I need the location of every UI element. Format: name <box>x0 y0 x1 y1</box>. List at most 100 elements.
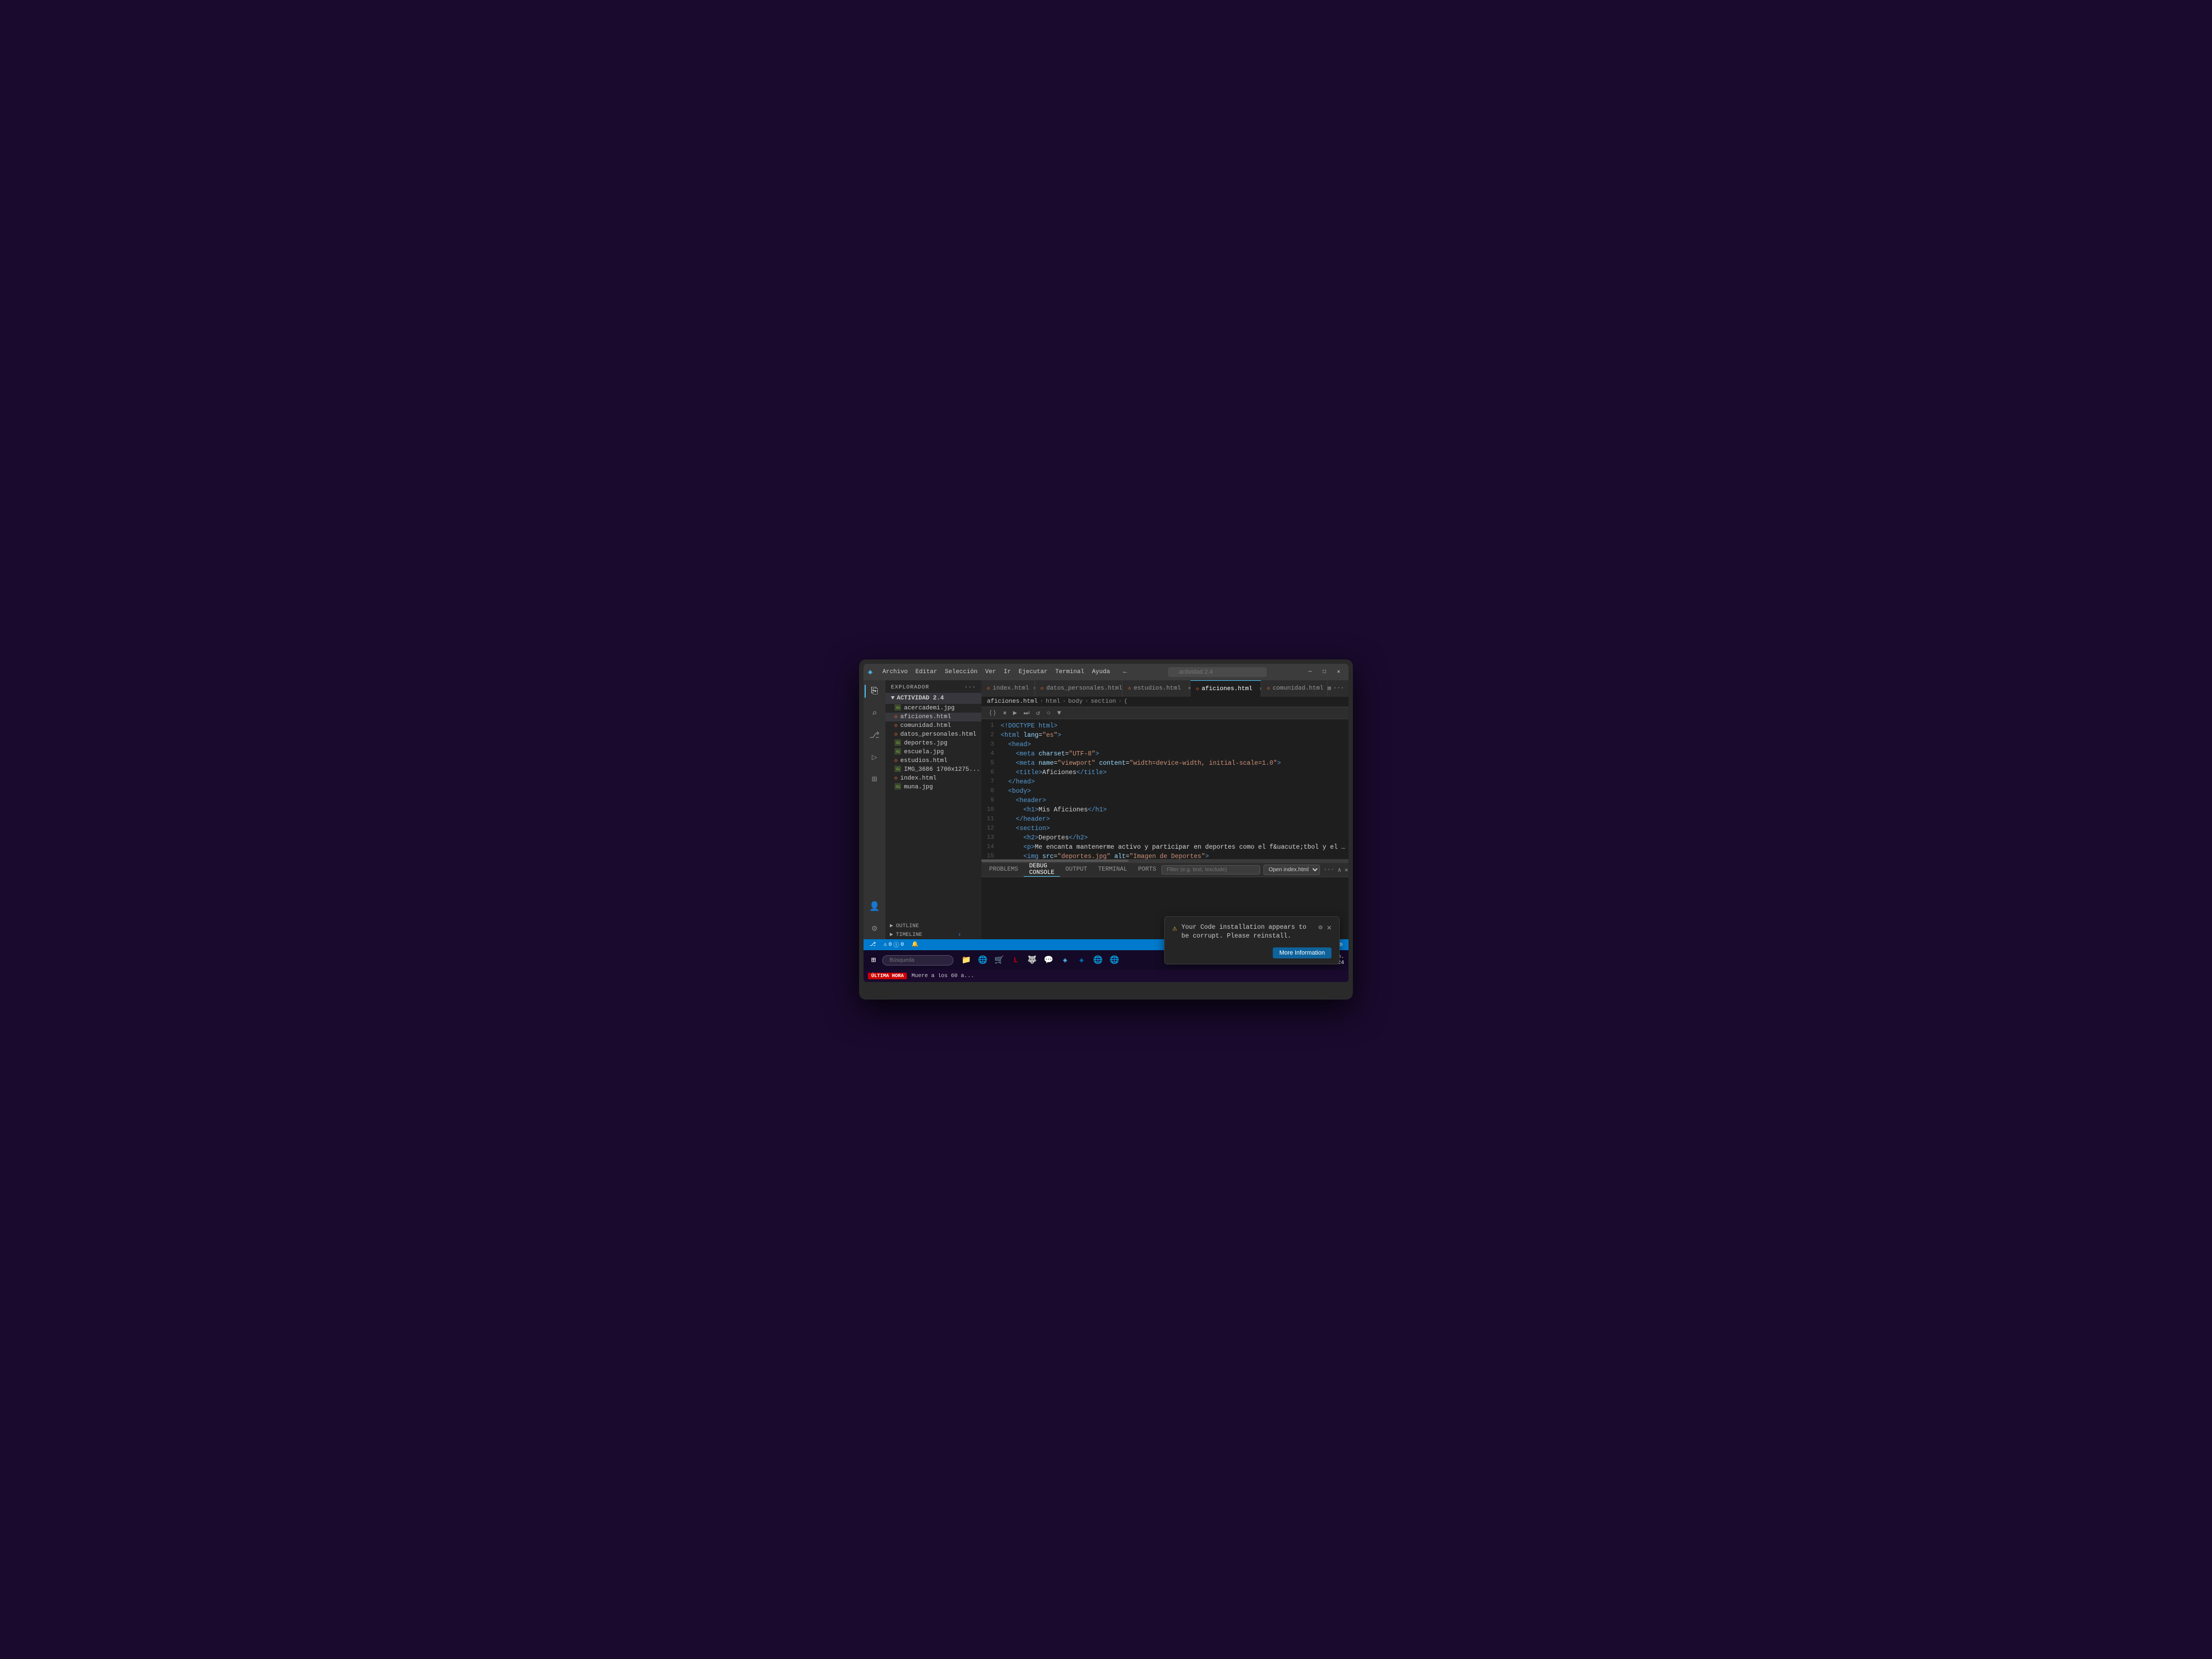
taskbar-app-teams[interactable]: 💬 <box>1041 953 1056 967</box>
menu-file[interactable]: Archivo <box>879 668 911 676</box>
minimize-button[interactable]: ─ <box>1305 668 1316 676</box>
file-name: acercademi.jpg <box>904 705 955 712</box>
file-img3686[interactable]: 🖼 IMG_3686 1700x1275... <box>885 765 981 774</box>
code-line-5: 5 <meta name="viewport" content="width=d… <box>981 759 1348 768</box>
taskbar-app-wolf[interactable]: 🐺 <box>1025 953 1039 967</box>
taskbar-app-edge[interactable]: 🌐 <box>975 953 990 967</box>
image-icon: 🖼 <box>894 766 901 773</box>
panel-tab-output[interactable]: OUTPUT <box>1060 863 1093 877</box>
more-information-button[interactable]: More Information <box>1273 947 1331 958</box>
panel-filter-input[interactable] <box>1161 865 1260 874</box>
file-muna[interactable]: 🖼 muna.jpg <box>885 783 981 792</box>
tab-index[interactable]: ◇ index.html ✕ <box>981 680 1035 697</box>
folder-name[interactable]: ▼ ACTIVIDAD 2.4 <box>885 693 981 704</box>
fold-icon[interactable]: ⟨⟩ <box>987 708 998 718</box>
taskbar-app-store[interactable]: 🛒 <box>992 953 1006 967</box>
menu-selection[interactable]: Selección <box>941 668 980 676</box>
taskbar-app-chrome2[interactable]: 🌐 <box>1107 953 1121 967</box>
taskbar-app-l[interactable]: L <box>1008 953 1023 967</box>
settings-icon[interactable]: ⚙ <box>865 919 884 937</box>
nav-back-btn[interactable]: ← <box>1120 668 1130 676</box>
menu-edit[interactable]: Editar <box>912 668 941 676</box>
refresh-icon[interactable]: ↺ <box>1035 708 1042 718</box>
panel-tab-ports[interactable]: PORTS <box>1132 863 1161 877</box>
file-acercademi[interactable]: 🖼 acercademi.jpg <box>885 704 981 713</box>
file-comunidad[interactable]: ◇ comunidad.html <box>885 721 981 730</box>
account-icon[interactable]: 👤 <box>865 898 884 915</box>
file-name: index.html <box>900 775 936 782</box>
menu-run[interactable]: Ejecutar <box>1015 668 1051 676</box>
activity-run-debug[interactable]: ▷ <box>865 748 884 766</box>
activity-search[interactable]: ⌕ <box>865 704 884 722</box>
file-escuela[interactable]: 🖼 escuela.jpg <box>885 748 981 757</box>
circle-icon[interactable]: ○ <box>1045 709 1052 718</box>
menu-help[interactable]: Ayuda <box>1088 668 1113 676</box>
code-line-6: 6 <title>Aficiones</title> <box>981 768 1348 777</box>
taskbar-app-files[interactable]: 📁 <box>959 953 973 967</box>
panel-chevron-up-icon[interactable]: ∧ <box>1338 866 1341 874</box>
image-icon: 🖼 <box>894 740 901 747</box>
sidebar-overflow-btn[interactable]: ··· <box>964 685 976 691</box>
panel-close-icon[interactable]: ✕ <box>1345 866 1348 874</box>
tab-aficiones[interactable]: ◇ aficiones.html ✕ <box>1190 680 1261 697</box>
activity-source-control[interactable]: ⎇ <box>865 726 884 744</box>
editor-toolbar: ⟨⟩ ⏸ ▶ ⏭ ↺ ○ ▼ <box>981 707 1348 719</box>
notification-settings-icon[interactable]: ⚙ <box>1318 923 1322 932</box>
tab-datos-personales[interactable]: ◇ datos_personales.html ✕ <box>1035 680 1122 697</box>
status-errors[interactable]: ⚠ 0 ⓘ 0 <box>882 940 906 949</box>
menu-view[interactable]: Ver <box>982 668 1000 676</box>
activity-extensions[interactable]: ⊞ <box>865 770 884 788</box>
panel-more-icon[interactable]: ··· <box>1323 867 1334 873</box>
timeline-section[interactable]: ▶ TIMELINE › <box>885 930 981 939</box>
taskbar-app-chrome[interactable]: 🌐 <box>1091 953 1105 967</box>
activity-explorer[interactable]: ⎘ <box>865 682 884 700</box>
file-index[interactable]: ◇ index.html <box>885 774 981 783</box>
play-icon[interactable]: ▶ <box>1011 708 1018 718</box>
breadcrumb-sep: › <box>1062 698 1066 705</box>
error-icon: ⚠ <box>884 941 887 948</box>
sidebar-header: EXPLORADOR ··· <box>885 680 981 693</box>
image-icon: 🖼 <box>894 784 901 791</box>
horizontal-scrollbar[interactable] <box>981 859 1348 862</box>
tab-icon: ◇ <box>1267 686 1269 691</box>
tab-comunidad[interactable]: ◇ comunidad.html ✕ <box>1261 680 1327 697</box>
panel-tab-debug-console[interactable]: DEBUG CONSOLE <box>1024 863 1060 877</box>
file-deportes[interactable]: 🖼 deportes.jpg <box>885 739 981 748</box>
menu-go[interactable]: Ir <box>1001 668 1014 676</box>
title-search-input[interactable] <box>1168 667 1267 677</box>
pause-icon[interactable]: ⏸ <box>1001 709 1008 718</box>
more-actions-icon[interactable]: ··· <box>1333 685 1344 692</box>
file-aficiones[interactable]: ◇ aficiones.html <box>885 713 981 721</box>
panel-tab-problems[interactable]: PROBLEMS <box>984 863 1024 877</box>
start-button[interactable]: ⊞ <box>868 955 879 966</box>
panel-file-select[interactable]: Open index.html <box>1263 865 1320 875</box>
breadcrumb: aficiones.html › html › body › section ›… <box>981 697 1348 707</box>
taskbar-search-input[interactable] <box>882 955 953 966</box>
window-controls: ─ □ ✕ <box>1305 668 1344 676</box>
taskbar-app-vscode2[interactable]: ◈ <box>1074 953 1088 967</box>
file-estudios[interactable]: ◇ estudios.html <box>885 757 981 765</box>
code-editor[interactable]: 1 <!DOCTYPE html> 2 <html lang="es"> 3 <… <box>981 719 1348 859</box>
maximize-button[interactable]: □ <box>1319 668 1330 676</box>
outline-section[interactable]: ▶ OUTLINE <box>885 922 981 930</box>
menu-terminal[interactable]: Terminal <box>1052 668 1088 676</box>
status-bell[interactable]: 🔔 <box>910 941 920 948</box>
warning-icon: ⓘ <box>894 940 899 949</box>
tab-label: estudios.html <box>1133 685 1181 692</box>
sidebar-bottom: ▶ OUTLINE ▶ TIMELINE › <box>885 922 981 939</box>
file-datos-personales[interactable]: ◇ datos_personales.html <box>885 730 981 739</box>
timeline-chevron-icon: › <box>958 932 961 938</box>
notification-close-button[interactable]: ✕ <box>1327 923 1331 933</box>
tab-estudios[interactable]: ◇ estudios.html ✕ <box>1122 680 1190 697</box>
file-name: deportes.jpg <box>904 740 947 747</box>
split-editor-icon[interactable]: ⊡ <box>1328 685 1331 692</box>
status-branch[interactable]: ⎇ <box>868 941 878 948</box>
file-name: datos_personales.html <box>900 731 977 738</box>
breadcrumb-file: aficiones.html <box>987 698 1037 705</box>
close-button[interactable]: ✕ <box>1333 668 1344 676</box>
taskbar-app-visual[interactable]: ◈ <box>1058 953 1072 967</box>
panel-tab-terminal[interactable]: TERMINAL <box>1093 863 1133 877</box>
step-over-icon[interactable]: ⏭ <box>1022 709 1031 718</box>
file-name: escuela.jpg <box>904 749 944 755</box>
dropdown-icon[interactable]: ▼ <box>1056 709 1063 718</box>
